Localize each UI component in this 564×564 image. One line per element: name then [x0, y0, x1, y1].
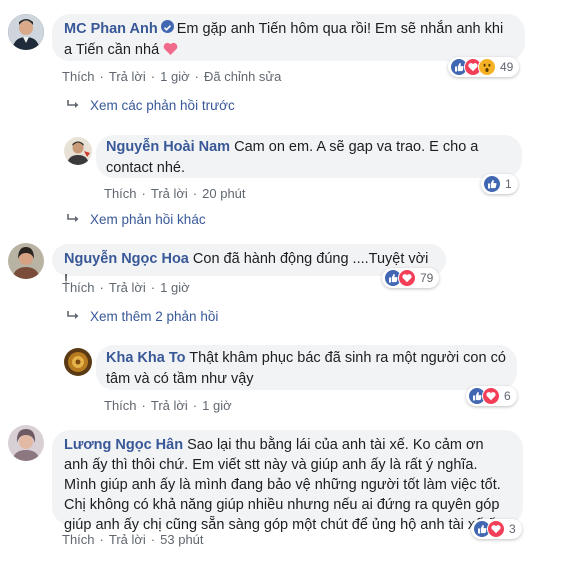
comment-bubble: Lương Ngọc Hân Sao lại thu bằng lái của …: [52, 430, 523, 533]
comment-author[interactable]: Nguyễn Ngọc Hoa: [64, 251, 189, 267]
reply-link[interactable]: Trả lời: [151, 186, 188, 201]
view-previous-replies-link[interactable]: Xem các phản hồi trước: [66, 98, 235, 114]
comment-actions: Thích · Trả lời · 1 giờ · Đã chỉnh sửa: [62, 69, 282, 84]
comment-actions: Thích · Trả lời · 53 phút: [62, 532, 204, 547]
comment-bubble: MC Phan Anh Em gặp anh Tiến hôm qua rồi! …: [52, 14, 525, 61]
view-more-replies-label: Xem thêm 2 phản hồi: [90, 309, 219, 324]
reply-link[interactable]: Trả lời: [109, 69, 146, 84]
reply-actions: Thích · Trả lời · 1 giờ: [104, 398, 232, 413]
reaction-count: 6: [504, 389, 511, 403]
reply-arrow-icon: [66, 99, 80, 114]
like-link[interactable]: Thích: [62, 280, 95, 295]
view-other-replies-label: Xem phản hồi khác: [90, 212, 206, 227]
reaction-count: 79: [420, 271, 434, 285]
reply-link[interactable]: Trả lời: [151, 398, 188, 413]
heart-emoji-icon: [163, 42, 178, 63]
timestamp[interactable]: 1 giờ: [160, 280, 190, 295]
reactions-summary[interactable]: 6: [466, 386, 517, 406]
timestamp[interactable]: 1 giờ: [202, 398, 232, 413]
like-icon: [483, 175, 501, 193]
reply-author[interactable]: Nguyễn Hoài Nam: [106, 139, 230, 155]
like-link[interactable]: Thích: [62, 532, 95, 547]
comment-author[interactable]: MC Phan Anh: [64, 21, 158, 37]
view-more-replies-link[interactable]: Xem thêm 2 phản hồi: [66, 309, 218, 325]
avatar[interactable]: [64, 137, 92, 165]
reaction-count: 3: [509, 522, 516, 536]
avatar[interactable]: [8, 243, 44, 279]
timestamp[interactable]: 20 phút: [202, 186, 245, 201]
avatar[interactable]: [8, 14, 44, 50]
wow-icon: [478, 58, 496, 76]
reply-link[interactable]: Trả lời: [109, 532, 146, 547]
verified-badge-icon: [160, 20, 174, 33]
reply-author[interactable]: Kha Kha To: [106, 350, 185, 366]
reply-bubble: Kha Kha To Thật khâm phục bác đã sinh ra…: [96, 345, 517, 390]
reply-link[interactable]: Trả lời: [109, 280, 146, 295]
love-icon: [398, 269, 416, 287]
comment-author[interactable]: Lương Ngọc Hân: [64, 437, 183, 453]
view-other-replies-link[interactable]: Xem phản hồi khác: [66, 212, 206, 228]
reactions-summary[interactable]: 3: [471, 519, 522, 539]
reply-arrow-icon: [66, 310, 80, 325]
reactions-summary[interactable]: 79: [382, 268, 440, 288]
reaction-count: 49: [500, 60, 514, 74]
reaction-count: 1: [505, 177, 512, 191]
timestamp[interactable]: 1 giờ: [160, 69, 190, 84]
reply-actions: Thích · Trả lời · 20 phút: [104, 186, 246, 201]
comment-actions: Thích · Trả lời · 1 giờ: [62, 280, 190, 295]
reply-arrow-icon: [66, 213, 80, 228]
like-link[interactable]: Thích: [62, 69, 95, 84]
timestamp[interactable]: 53 phút: [160, 532, 203, 547]
like-link[interactable]: Thích: [104, 186, 137, 201]
avatar[interactable]: [64, 348, 92, 376]
reply-bubble: Nguyễn Hoài Nam Cam on em. A sẽ gap va t…: [96, 135, 522, 178]
view-previous-replies-label: Xem các phản hồi trước: [90, 98, 235, 113]
reactions-summary[interactable]: 1: [481, 174, 518, 194]
edited-label[interactable]: Đã chỉnh sửa: [204, 69, 281, 84]
reactions-summary[interactable]: 49: [448, 57, 520, 77]
love-icon: [482, 387, 500, 405]
avatar[interactable]: [8, 425, 44, 461]
like-link[interactable]: Thích: [104, 398, 137, 413]
love-icon: [487, 520, 505, 538]
